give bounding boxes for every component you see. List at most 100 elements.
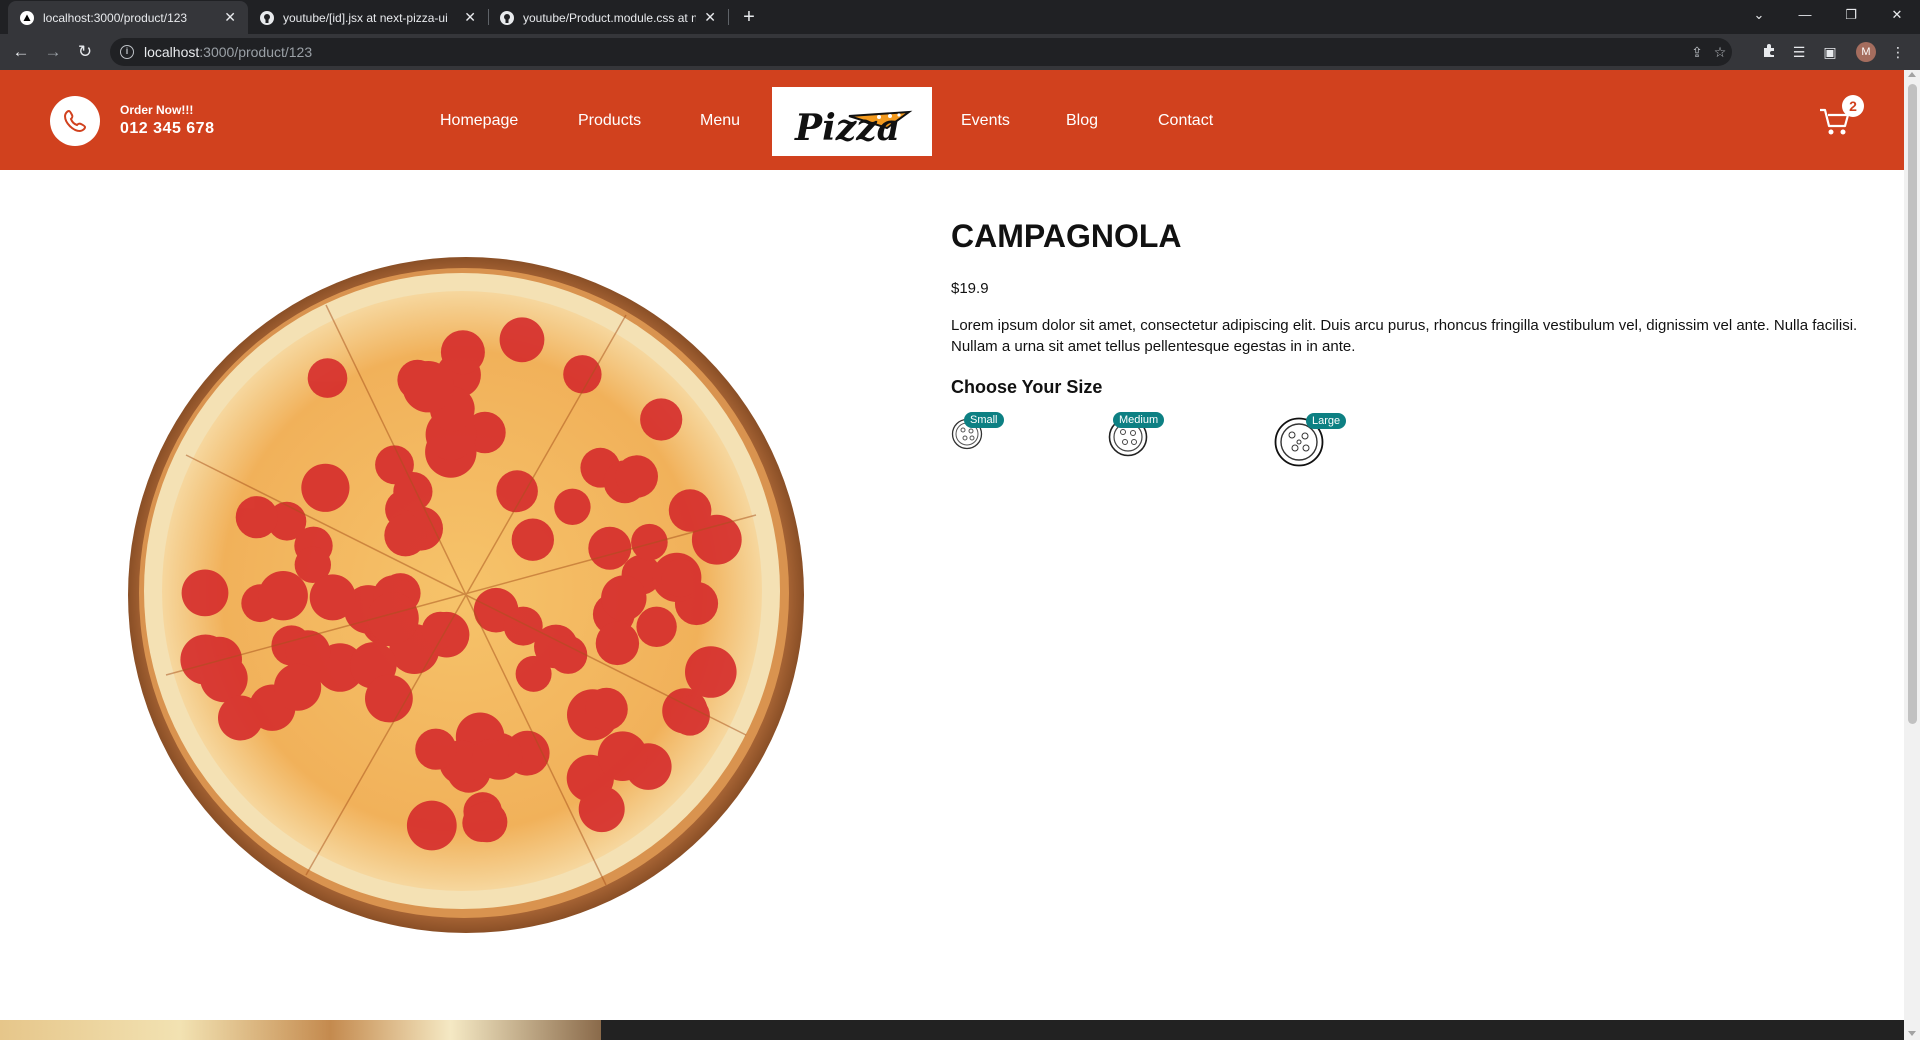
nav-events[interactable]: Events xyxy=(961,112,1010,130)
pepperoni-topping xyxy=(274,663,322,711)
pepperoni-topping xyxy=(511,518,554,561)
pepperoni-topping xyxy=(615,455,658,498)
pepperoni-topping xyxy=(235,496,278,539)
pepperoni-topping xyxy=(415,728,457,770)
nav-blog[interactable]: Blog xyxy=(1066,112,1098,130)
pepperoni-topping xyxy=(685,646,737,698)
close-window-icon[interactable]: ✕ xyxy=(1874,0,1920,30)
size-label-medium: Medium xyxy=(1113,412,1165,428)
profile-avatar[interactable]: M xyxy=(1856,42,1876,62)
pepperoni-topping xyxy=(258,571,308,621)
pepperoni-topping xyxy=(668,489,712,532)
restore-icon[interactable]: ❐ xyxy=(1828,0,1874,30)
size-heading: Choose Your Size xyxy=(951,377,1103,397)
page-scrollbar[interactable] xyxy=(1904,70,1920,1040)
pepperoni-topping xyxy=(640,398,683,441)
nav-contact[interactable]: Contact xyxy=(1158,112,1213,130)
nav-menu[interactable]: Menu xyxy=(700,112,740,130)
pepperoni-topping xyxy=(631,523,668,561)
tab-search-icon[interactable]: ⌄ xyxy=(1736,0,1782,30)
scroll-down-icon[interactable] xyxy=(1908,1031,1916,1036)
forward-icon[interactable]: → xyxy=(41,40,65,64)
address-bar[interactable]: i localhost:3000/product/123 ⇪ ☆ xyxy=(110,38,1732,66)
order-phone-number: 012 345 678 xyxy=(120,120,215,137)
site-info-icon[interactable]: i xyxy=(120,45,134,59)
bookmark-star-icon[interactable]: ☆ xyxy=(1711,43,1729,61)
product-description: Lorem ipsum dolor sit amet, consectetur … xyxy=(951,317,1858,355)
product-title: CAMPAGNOLA xyxy=(951,218,1182,254)
pepperoni-topping xyxy=(549,635,588,674)
minimize-icon[interactable]: — xyxy=(1782,0,1828,30)
pepperoni-topping xyxy=(597,731,648,781)
tab-separator xyxy=(728,9,729,25)
pepperoni-topping xyxy=(402,361,454,413)
size-option-medium[interactable]: Medium xyxy=(1108,412,1165,457)
page-viewport: Order Now!!! 012 345 678 Homepage Produc… xyxy=(0,70,1904,1040)
pizza-product-image xyxy=(128,257,804,933)
reload-icon[interactable]: ↻ xyxy=(73,40,97,64)
scrollbar-thumb[interactable] xyxy=(1908,84,1917,724)
size-option-small[interactable]: Small xyxy=(951,412,1004,450)
pepperoni-topping xyxy=(218,695,263,741)
footer-panel xyxy=(601,1020,1904,1040)
extensions-icon[interactable] xyxy=(1759,42,1779,62)
pepperoni-topping xyxy=(585,687,628,731)
vercel-favicon-icon xyxy=(20,10,34,25)
pepperoni-topping xyxy=(393,472,433,512)
pizza-logo-icon: Pizza xyxy=(794,107,913,149)
pepperoni-topping xyxy=(181,569,229,617)
size-option-large[interactable]: Large xyxy=(1274,413,1347,467)
phone-icon xyxy=(63,109,87,133)
pepperoni-topping xyxy=(384,514,427,557)
size-label-large: Large xyxy=(1306,413,1347,429)
phone-button[interactable] xyxy=(50,96,100,146)
pepperoni-topping xyxy=(307,358,348,398)
pepperoni-topping xyxy=(588,526,632,570)
pepperoni-topping xyxy=(554,488,591,525)
tab-title: youtube/[id].jsx at next-pizza-ui xyxy=(283,10,448,25)
url-path: :3000/product/123 xyxy=(199,44,313,60)
pepperoni-topping xyxy=(670,695,710,736)
pepperoni-topping xyxy=(200,654,248,703)
pepperoni-topping xyxy=(499,317,545,363)
pepperoni-topping xyxy=(563,355,602,394)
browser-tab-strip: localhost:3000/product/123 ✕ youtube/[id… xyxy=(0,0,1920,34)
new-tab-icon[interactable]: + xyxy=(736,4,762,30)
github-icon xyxy=(260,10,274,25)
share-icon[interactable]: ⇪ xyxy=(1688,43,1706,61)
order-now-label: Order Now!!! xyxy=(120,103,194,117)
url-host: localhost xyxy=(144,44,200,60)
size-label-small: Small xyxy=(964,412,1004,428)
reading-list-icon[interactable]: ☰ xyxy=(1789,42,1809,62)
pepperoni-topping xyxy=(309,574,356,621)
pepperoni-topping xyxy=(601,575,647,621)
close-tab-icon[interactable]: ✕ xyxy=(224,9,236,26)
pepperoni-topping xyxy=(661,558,700,598)
browser-tab[interactable]: localhost:3000/product/123 ✕ xyxy=(8,1,248,34)
logo-text: Pizza xyxy=(794,107,900,149)
nav-products[interactable]: Products xyxy=(578,112,641,130)
close-tab-icon[interactable]: ✕ xyxy=(464,9,476,26)
chrome-menu-icon[interactable]: ⋮ xyxy=(1888,42,1908,62)
product-price: $19.9 xyxy=(951,280,989,297)
scroll-up-icon[interactable] xyxy=(1908,72,1916,77)
back-icon[interactable]: ← xyxy=(9,40,33,64)
github-icon xyxy=(500,10,514,25)
cart-count-badge: 2 xyxy=(1842,95,1864,117)
pepperoni-topping xyxy=(406,800,457,851)
pepperoni-topping xyxy=(440,330,485,375)
close-tab-icon[interactable]: ✕ xyxy=(704,9,716,26)
pepperoni-topping xyxy=(471,738,509,776)
pepperoni-topping xyxy=(301,463,350,512)
browser-toolbar: ← → ↻ i localhost:3000/product/123 ⇪ ☆ ☰… xyxy=(0,34,1920,70)
browser-tab[interactable]: youtube/Product.module.css at n ✕ xyxy=(488,1,728,34)
side-panel-icon[interactable]: ▣ xyxy=(1820,42,1840,62)
pepperoni-topping xyxy=(595,621,640,666)
nav-homepage[interactable]: Homepage xyxy=(440,112,518,130)
pepperoni-topping xyxy=(365,674,413,723)
pepperoni-topping xyxy=(578,786,625,833)
pepperoni-topping xyxy=(466,801,508,843)
browser-tab[interactable]: youtube/[id].jsx at next-pizza-ui ✕ xyxy=(248,1,488,34)
tab-title: youtube/Product.module.css at n xyxy=(523,10,697,25)
site-logo[interactable]: Pizza xyxy=(772,87,932,156)
